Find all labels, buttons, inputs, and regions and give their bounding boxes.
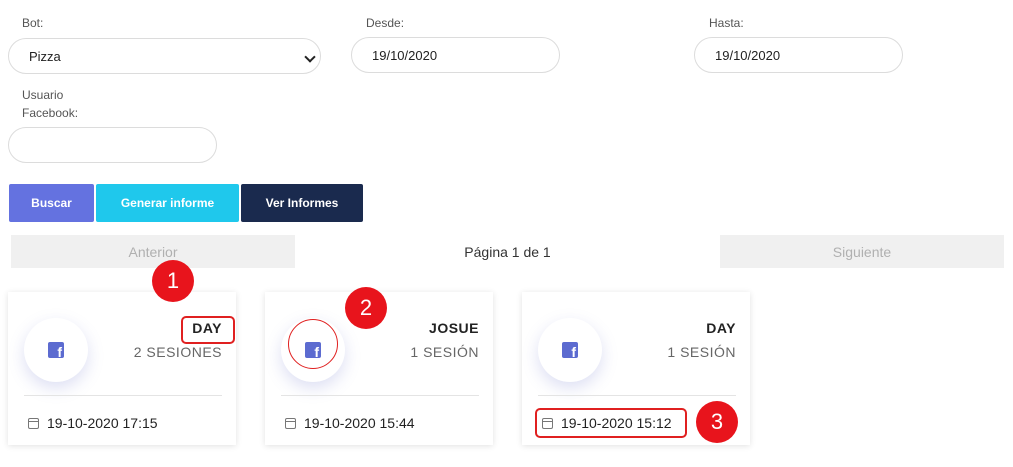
card-date: 19-10-2020 17:15	[28, 415, 158, 431]
desde-label: Desde:	[366, 16, 405, 30]
anterior-button[interactable]: Anterior	[11, 235, 295, 268]
usuario-label-line2: Facebook:	[22, 106, 79, 120]
facebook-icon: f	[562, 342, 578, 359]
card-session-count: 2 SESIONES	[133, 344, 222, 360]
buscar-button[interactable]: Buscar	[9, 184, 94, 222]
calendar-icon	[28, 417, 39, 429]
highlight-card3-date	[535, 408, 687, 438]
facebook-icon: f	[48, 342, 64, 359]
generar-informe-button[interactable]: Generar informe	[96, 184, 239, 222]
card-session-count: 1 SESIÓN	[667, 344, 736, 360]
card-session-count: 1 SESIÓN	[410, 344, 479, 360]
highlight-card1-name	[181, 316, 235, 344]
card-divider	[281, 395, 479, 396]
usuario-label-line1: Usuario	[22, 88, 64, 102]
chevron-down-icon	[304, 51, 316, 63]
usuario-facebook-input[interactable]	[8, 127, 217, 163]
card-divider	[24, 395, 222, 396]
card-divider	[538, 395, 736, 396]
card-user-name: DAY	[706, 320, 736, 336]
annotation-badge-3: 3	[696, 401, 738, 443]
bot-select-value: Pizza	[29, 48, 61, 64]
session-card[interactable]: f DAY 2 SESIONES 19-10-2020 17:15	[8, 292, 236, 445]
ver-informes-button[interactable]: Ver Informes	[241, 184, 363, 222]
facebook-icon-circle: f	[538, 318, 602, 382]
facebook-icon-circle: f	[24, 318, 88, 382]
card-date: 19-10-2020 15:44	[285, 415, 415, 431]
page-indicator: Página 1 de 1	[464, 243, 551, 260]
bot-select[interactable]: Pizza	[8, 38, 321, 74]
hasta-input-value: 19/10/2020	[715, 47, 781, 63]
hasta-label: Hasta:	[709, 16, 744, 30]
card-date-text: 19-10-2020 15:44	[304, 415, 415, 431]
highlight-card2-icon	[288, 319, 338, 369]
hasta-input[interactable]: 19/10/2020	[694, 37, 903, 73]
card-date-text: 19-10-2020 17:15	[47, 415, 158, 431]
annotation-badge-1: 1	[152, 260, 194, 302]
siguiente-button[interactable]: Siguiente	[720, 235, 1004, 268]
usuario-facebook-label: Usuario Facebook:	[22, 86, 78, 122]
desde-input[interactable]: 19/10/2020	[351, 37, 560, 73]
bot-label: Bot:	[22, 16, 44, 30]
calendar-icon	[285, 417, 296, 429]
annotation-badge-2: 2	[345, 287, 387, 329]
desde-input-value: 19/10/2020	[372, 47, 438, 63]
card-user-name: JOSUE	[429, 320, 479, 336]
